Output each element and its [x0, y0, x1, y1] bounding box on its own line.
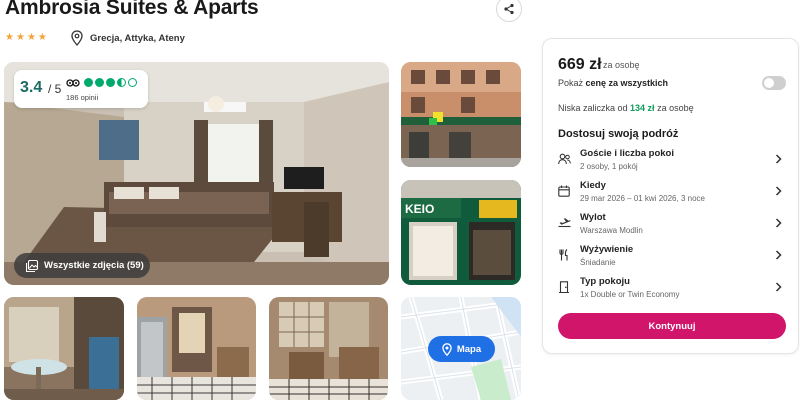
map-button[interactable]: Mapa — [428, 336, 495, 362]
gallery-icon — [26, 259, 38, 272]
svg-text:KEIO: KEIO — [405, 202, 434, 216]
row-title: Wylot — [580, 212, 606, 223]
calendar-icon — [558, 185, 570, 197]
price-per-person-label: za osobę — [603, 60, 640, 70]
price: 669 zł — [558, 56, 602, 73]
share-button[interactable] — [496, 0, 522, 22]
star-icon: ★ — [5, 32, 14, 43]
guests-icon — [558, 153, 571, 165]
row-title: Kiedy — [580, 180, 606, 191]
all-photos-label: Wszystkie zdjęcia (59) — [44, 260, 144, 271]
chevron-right-icon — [775, 282, 782, 292]
continue-button[interactable]: Kontynuuj — [558, 313, 786, 339]
dates-row[interactable]: Kiedy 29 mar 2026 – 01 kwi 2026, 3 noce — [558, 180, 786, 210]
row-title: Wyżywienie — [580, 244, 634, 255]
photo-lounge[interactable] — [4, 297, 124, 400]
row-title: Typ pokoju — [580, 276, 630, 287]
location-pin-icon — [71, 30, 83, 46]
deposit-info: Niska zaliczka od 134 zł za osobę — [558, 103, 694, 113]
row-value: 29 mar 2026 – 01 kwi 2026, 3 noce — [580, 194, 705, 203]
plane-icon — [558, 218, 571, 228]
row-title: Goście i liczba pokoi — [580, 148, 674, 159]
board-row[interactable]: Wyżywienie Śniadanie — [558, 244, 786, 274]
chevron-right-icon — [775, 154, 782, 164]
share-icon — [504, 3, 514, 15]
show-total-price-toggle[interactable] — [762, 76, 786, 90]
rating-bubble — [106, 78, 115, 87]
hotel-stars: ★ ★ ★ ★ — [5, 31, 47, 45]
chevron-right-icon — [775, 186, 782, 196]
meal-icon — [559, 249, 568, 261]
rating-max: / 5 — [48, 82, 62, 96]
tripadvisor-icon — [66, 79, 80, 87]
rating-bubble — [84, 78, 93, 87]
rating-score: 3.4 — [20, 79, 43, 96]
chevron-right-icon — [775, 218, 782, 228]
photo-hallway-elevator[interactable] — [137, 297, 256, 400]
star-icon: ★ — [26, 32, 36, 43]
hotel-name: Ambrosia Suites & Aparts — [5, 0, 259, 19]
row-value: 1x Double or Twin Economy — [580, 290, 680, 299]
hotel-location: Grecja, Attyka, Ateny — [90, 33, 185, 44]
door-icon — [559, 281, 569, 293]
row-value: Warszawa Modlin — [580, 226, 643, 235]
photo-lobby[interactable] — [269, 297, 388, 400]
star-icon: ★ — [15, 32, 25, 43]
review-count: 186 opinii — [66, 93, 99, 102]
row-value: 2 osoby, 1 pokój — [580, 162, 638, 171]
map-label: Mapa — [456, 343, 482, 355]
customize-trip-heading: Dostosuj swoją podróż — [558, 128, 679, 140]
guests-rooms-row[interactable]: Goście i liczba pokoi 2 osoby, 1 pokój — [558, 148, 786, 178]
all-photos-button[interactable]: Wszystkie zdjęcia (59) — [14, 253, 150, 278]
chevron-right-icon — [775, 250, 782, 260]
photo-building-exterior[interactable] — [401, 62, 521, 167]
photo-pharmacy-storefront[interactable]: KEIO — [401, 180, 521, 285]
departure-row[interactable]: Wylot Warszawa Modlin — [558, 212, 786, 242]
rating-bubble — [128, 78, 137, 87]
toggle-knob — [764, 78, 774, 88]
star-icon: ★ — [37, 32, 47, 43]
location-pin-icon — [442, 342, 452, 356]
rating-bubbles — [84, 78, 137, 87]
room-type-row[interactable]: Typ pokoju 1x Double or Twin Economy — [558, 276, 786, 306]
booking-panel: 669 zł za osobę Pokaż cenę za wszystkich… — [542, 38, 799, 354]
rating-bubble — [95, 78, 104, 87]
show-total-price-label: Pokaż cenę za wszystkich — [558, 78, 669, 88]
rating-badge: 3.4 / 5 186 opinii — [14, 70, 148, 108]
rating-bubble — [117, 78, 126, 87]
row-value: Śniadanie — [580, 258, 616, 267]
